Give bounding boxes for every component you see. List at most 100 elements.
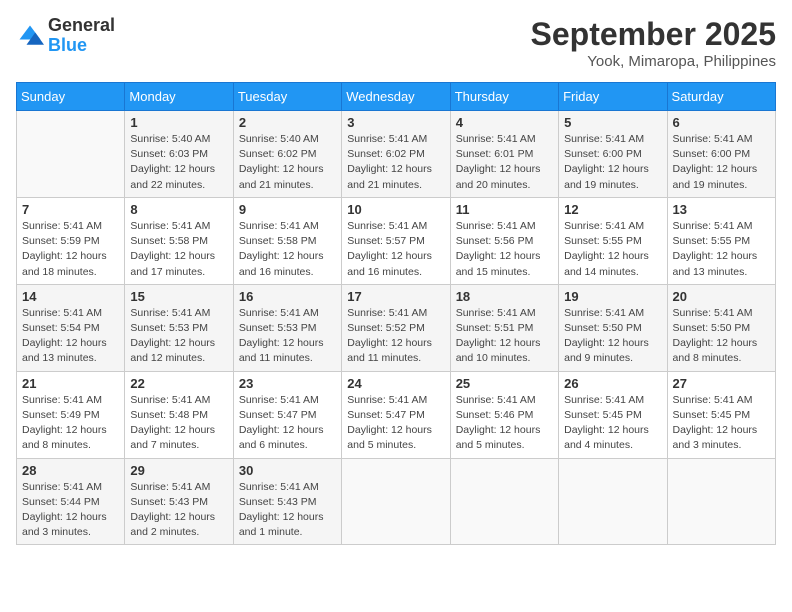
calendar-cell: 28 Sunrise: 5:41 AM Sunset: 5:44 PM Dayli… bbox=[17, 458, 125, 545]
day-number: 24 bbox=[347, 376, 444, 391]
day-number: 17 bbox=[347, 289, 444, 304]
day-number: 11 bbox=[456, 202, 553, 217]
logo-blue: Blue bbox=[48, 36, 115, 56]
day-number: 22 bbox=[130, 376, 227, 391]
calendar-week-row: 28 Sunrise: 5:41 AM Sunset: 5:44 PM Dayli… bbox=[17, 458, 776, 545]
calendar-cell: 27 Sunrise: 5:41 AM Sunset: 5:45 PM Dayli… bbox=[667, 371, 775, 458]
day-info: Sunrise: 5:41 AM Sunset: 5:53 PM Dayligh… bbox=[130, 306, 227, 367]
calendar-cell bbox=[17, 111, 125, 198]
calendar-cell: 21 Sunrise: 5:41 AM Sunset: 5:49 PM Dayli… bbox=[17, 371, 125, 458]
day-info: Sunrise: 5:41 AM Sunset: 6:00 PM Dayligh… bbox=[673, 132, 770, 193]
calendar-cell: 9 Sunrise: 5:41 AM Sunset: 5:58 PM Daylig… bbox=[233, 197, 341, 284]
day-info: Sunrise: 5:41 AM Sunset: 6:01 PM Dayligh… bbox=[456, 132, 553, 193]
day-number: 14 bbox=[22, 289, 119, 304]
day-info: Sunrise: 5:41 AM Sunset: 5:54 PM Dayligh… bbox=[22, 306, 119, 367]
calendar-cell bbox=[667, 458, 775, 545]
calendar-week-row: 7Sunrise: 5:41 AM Sunset: 5:59 PM Daylig… bbox=[17, 197, 776, 284]
calendar-cell: 22 Sunrise: 5:41 AM Sunset: 5:48 PM Dayli… bbox=[125, 371, 233, 458]
day-number: 13 bbox=[673, 202, 770, 217]
day-info: Sunrise: 5:41 AM Sunset: 5:53 PM Dayligh… bbox=[239, 306, 336, 367]
calendar-cell: 3Sunrise: 5:41 AM Sunset: 6:02 PM Daylig… bbox=[342, 111, 450, 198]
calendar-cell: 2 Sunrise: 5:40 AM Sunset: 6:02 PM Daylig… bbox=[233, 111, 341, 198]
calendar-cell bbox=[342, 458, 450, 545]
day-number: 25 bbox=[456, 376, 553, 391]
day-info: Sunrise: 5:41 AM Sunset: 5:45 PM Dayligh… bbox=[673, 393, 770, 454]
calendar-cell: 26 Sunrise: 5:41 AM Sunset: 5:45 PM Dayli… bbox=[559, 371, 667, 458]
calendar-cell: 19 Sunrise: 5:41 AM Sunset: 5:50 PM Dayli… bbox=[559, 284, 667, 371]
calendar-header-thursday: Thursday bbox=[450, 83, 558, 111]
day-number: 4 bbox=[456, 115, 553, 130]
day-info: Sunrise: 5:41 AM Sunset: 5:47 PM Dayligh… bbox=[239, 393, 336, 454]
calendar-header-tuesday: Tuesday bbox=[233, 83, 341, 111]
calendar-cell: 23 Sunrise: 5:41 AM Sunset: 5:47 PM Dayli… bbox=[233, 371, 341, 458]
day-number: 8 bbox=[130, 202, 227, 217]
calendar-week-row: 14 Sunrise: 5:41 AM Sunset: 5:54 PM Dayli… bbox=[17, 284, 776, 371]
day-info: Sunrise: 5:40 AM Sunset: 6:03 PM Dayligh… bbox=[130, 132, 227, 193]
calendar-cell: 30 Sunrise: 5:41 AM Sunset: 5:43 PM Dayli… bbox=[233, 458, 341, 545]
day-number: 2 bbox=[239, 115, 336, 130]
day-info: Sunrise: 5:41 AM Sunset: 5:57 PM Dayligh… bbox=[347, 219, 444, 280]
calendar-header-row: SundayMondayTuesdayWednesdayThursdayFrid… bbox=[17, 83, 776, 111]
day-number: 18 bbox=[456, 289, 553, 304]
day-number: 21 bbox=[22, 376, 119, 391]
day-number: 12 bbox=[564, 202, 661, 217]
day-info: Sunrise: 5:41 AM Sunset: 5:46 PM Dayligh… bbox=[456, 393, 553, 454]
logo-general: General bbox=[48, 16, 115, 36]
calendar-cell: 11 Sunrise: 5:41 AM Sunset: 5:56 PM Dayli… bbox=[450, 197, 558, 284]
day-number: 23 bbox=[239, 376, 336, 391]
calendar-cell bbox=[450, 458, 558, 545]
day-number: 7 bbox=[22, 202, 119, 217]
day-info: Sunrise: 5:41 AM Sunset: 5:55 PM Dayligh… bbox=[673, 219, 770, 280]
day-number: 30 bbox=[239, 463, 336, 478]
calendar-cell: 12 Sunrise: 5:41 AM Sunset: 5:55 PM Dayli… bbox=[559, 197, 667, 284]
day-info: Sunrise: 5:41 AM Sunset: 5:55 PM Dayligh… bbox=[564, 219, 661, 280]
day-number: 15 bbox=[130, 289, 227, 304]
calendar-cell: 8 Sunrise: 5:41 AM Sunset: 5:58 PM Daylig… bbox=[125, 197, 233, 284]
day-info: Sunrise: 5:41 AM Sunset: 5:49 PM Dayligh… bbox=[22, 393, 119, 454]
calendar-cell: 15 Sunrise: 5:41 AM Sunset: 5:53 PM Dayli… bbox=[125, 284, 233, 371]
calendar-cell: 14 Sunrise: 5:41 AM Sunset: 5:54 PM Dayli… bbox=[17, 284, 125, 371]
day-number: 1 bbox=[130, 115, 227, 130]
day-number: 26 bbox=[564, 376, 661, 391]
day-number: 9 bbox=[239, 202, 336, 217]
day-info: Sunrise: 5:41 AM Sunset: 5:51 PM Dayligh… bbox=[456, 306, 553, 367]
calendar-table: SundayMondayTuesdayWednesdayThursdayFrid… bbox=[16, 82, 776, 545]
calendar-cell: 16Sunrise: 5:41 AM Sunset: 5:53 PM Dayli… bbox=[233, 284, 341, 371]
day-info: Sunrise: 5:41 AM Sunset: 5:43 PM Dayligh… bbox=[239, 480, 336, 541]
calendar-week-row: 21 Sunrise: 5:41 AM Sunset: 5:49 PM Dayli… bbox=[17, 371, 776, 458]
day-number: 27 bbox=[673, 376, 770, 391]
day-number: 19 bbox=[564, 289, 661, 304]
month-title: September 2025 bbox=[531, 16, 776, 53]
day-info: Sunrise: 5:41 AM Sunset: 5:56 PM Dayligh… bbox=[456, 219, 553, 280]
day-info: Sunrise: 5:41 AM Sunset: 5:44 PM Dayligh… bbox=[22, 480, 119, 541]
logo-icon bbox=[16, 22, 44, 50]
title-block: September 2025 Yook, Mimaropa, Philippin… bbox=[531, 16, 776, 70]
day-number: 3 bbox=[347, 115, 444, 130]
day-info: Sunrise: 5:41 AM Sunset: 5:48 PM Dayligh… bbox=[130, 393, 227, 454]
calendar-cell: 20Sunrise: 5:41 AM Sunset: 5:50 PM Dayli… bbox=[667, 284, 775, 371]
calendar-cell: 7Sunrise: 5:41 AM Sunset: 5:59 PM Daylig… bbox=[17, 197, 125, 284]
day-number: 28 bbox=[22, 463, 119, 478]
calendar-week-row: 1 Sunrise: 5:40 AM Sunset: 6:03 PM Daylig… bbox=[17, 111, 776, 198]
calendar-header-friday: Friday bbox=[559, 83, 667, 111]
calendar-cell: 29Sunrise: 5:41 AM Sunset: 5:43 PM Dayli… bbox=[125, 458, 233, 545]
day-number: 5 bbox=[564, 115, 661, 130]
day-info: Sunrise: 5:41 AM Sunset: 5:45 PM Dayligh… bbox=[564, 393, 661, 454]
calendar-cell: 5 Sunrise: 5:41 AM Sunset: 6:00 PM Daylig… bbox=[559, 111, 667, 198]
logo: General Blue bbox=[16, 16, 115, 56]
day-info: Sunrise: 5:40 AM Sunset: 6:02 PM Dayligh… bbox=[239, 132, 336, 193]
day-info: Sunrise: 5:41 AM Sunset: 5:50 PM Dayligh… bbox=[564, 306, 661, 367]
calendar-cell: 13 Sunrise: 5:41 AM Sunset: 5:55 PM Dayli… bbox=[667, 197, 775, 284]
calendar-cell bbox=[559, 458, 667, 545]
day-info: Sunrise: 5:41 AM Sunset: 6:00 PM Dayligh… bbox=[564, 132, 661, 193]
calendar-header-saturday: Saturday bbox=[667, 83, 775, 111]
logo-text: General Blue bbox=[48, 16, 115, 56]
day-number: 6 bbox=[673, 115, 770, 130]
day-info: Sunrise: 5:41 AM Sunset: 5:58 PM Dayligh… bbox=[239, 219, 336, 280]
calendar-cell: 4 Sunrise: 5:41 AM Sunset: 6:01 PM Daylig… bbox=[450, 111, 558, 198]
calendar-cell: 24 Sunrise: 5:41 AM Sunset: 5:47 PM Dayli… bbox=[342, 371, 450, 458]
day-info: Sunrise: 5:41 AM Sunset: 5:47 PM Dayligh… bbox=[347, 393, 444, 454]
day-number: 10 bbox=[347, 202, 444, 217]
day-info: Sunrise: 5:41 AM Sunset: 5:58 PM Dayligh… bbox=[130, 219, 227, 280]
day-info: Sunrise: 5:41 AM Sunset: 5:43 PM Dayligh… bbox=[130, 480, 227, 541]
